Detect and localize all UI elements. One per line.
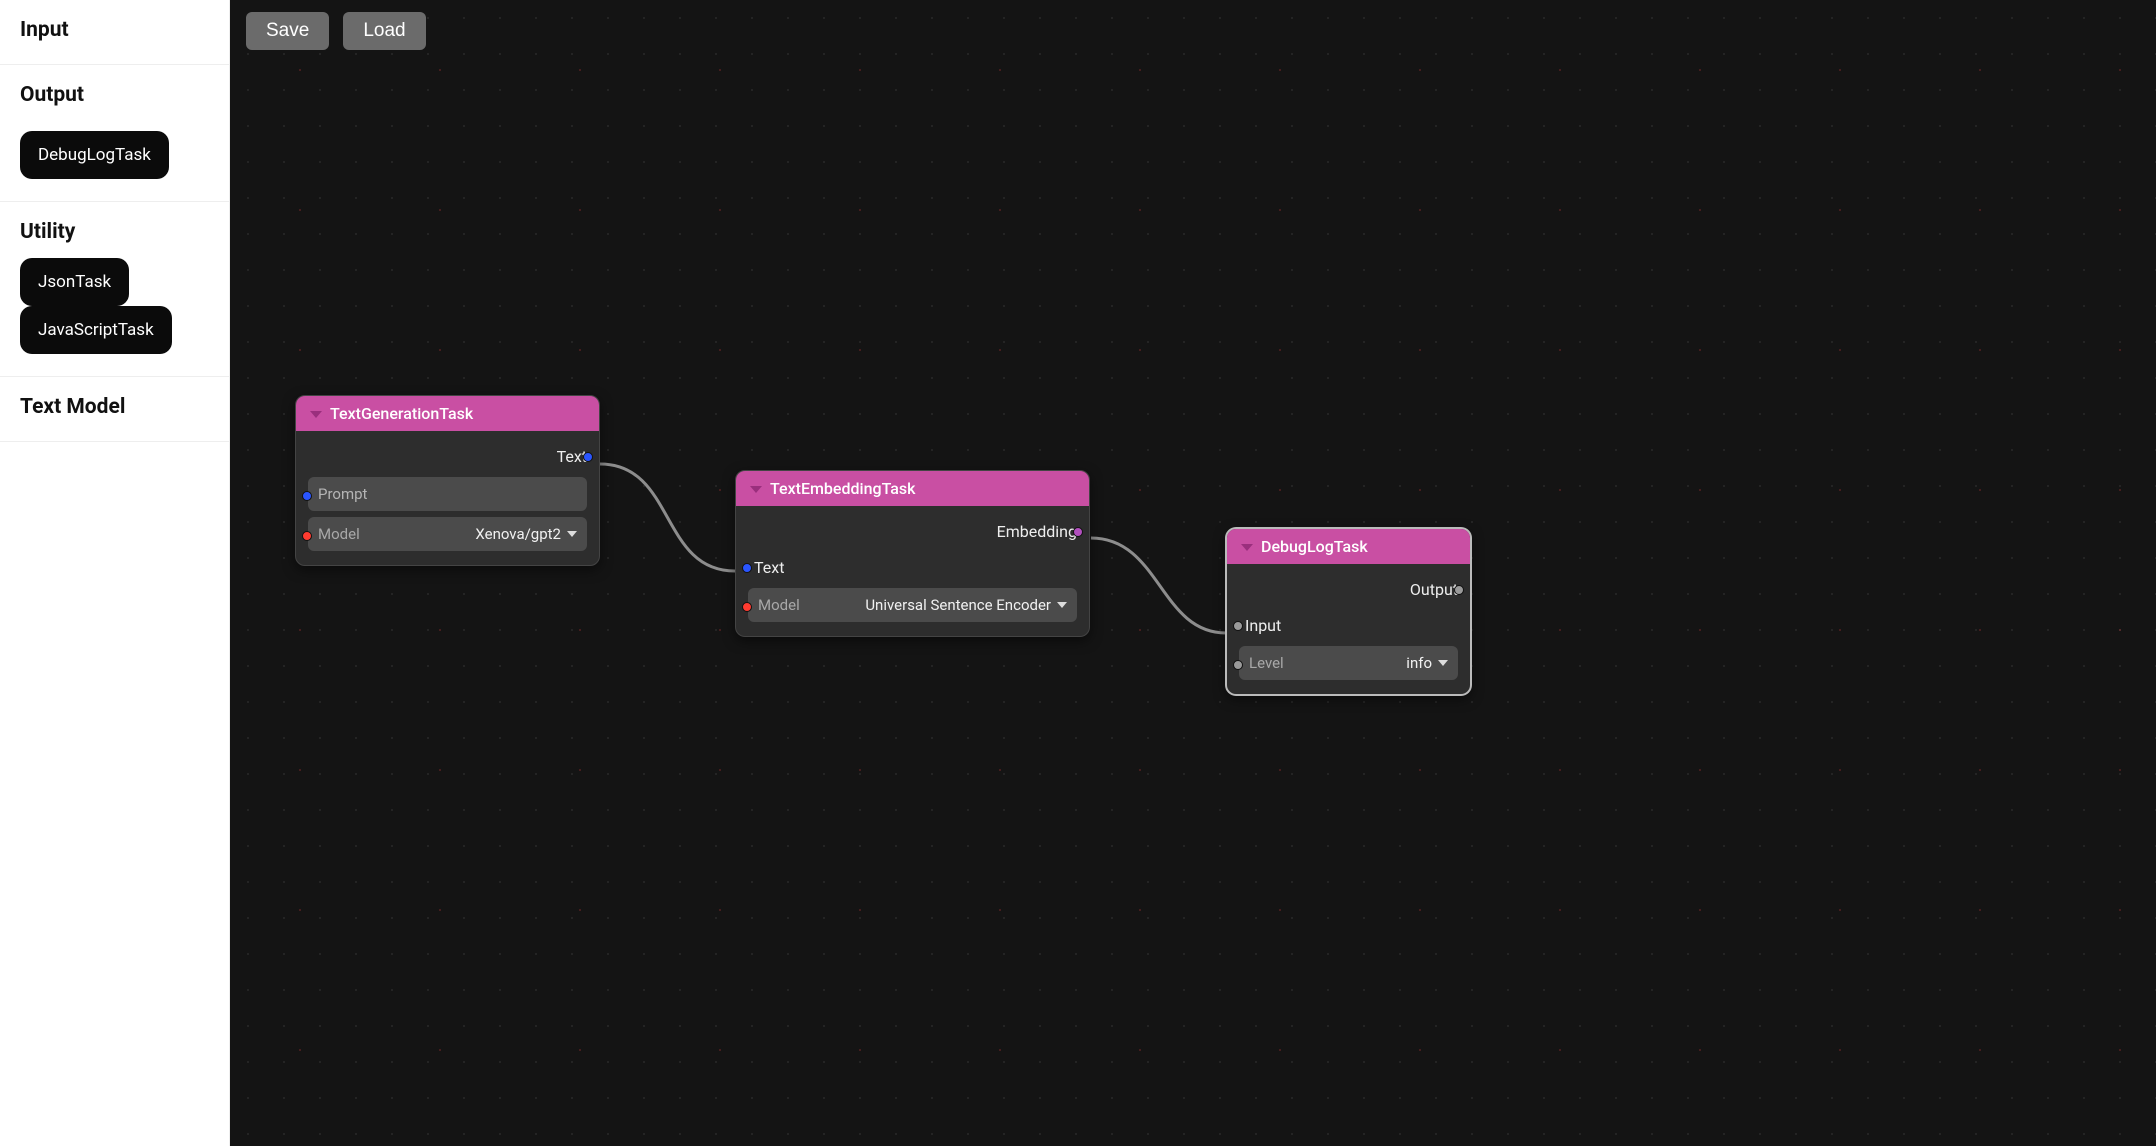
output-port-embedding[interactable] [1073,527,1083,537]
input-port-model[interactable] [302,531,312,541]
canvas-background [230,0,2156,1146]
sidebar-section-title: Input [20,18,209,42]
sidebar-section-title: Output [20,83,209,107]
output-port-output[interactable] [1454,585,1464,595]
level-label: Level [1249,654,1284,672]
model-label: Model [758,596,800,614]
model-select[interactable]: Model Xenova/gpt2 [308,517,587,551]
model-value: Xenova/gpt2 [475,525,561,543]
input-row-prompt: Prompt [308,477,587,511]
input-label-text: Text [754,558,784,577]
output-row-output: Output [1239,574,1458,604]
output-label-output: Output [1410,580,1458,599]
node-body: Output Input Level info [1227,564,1470,694]
sidebar-section-textmodel: Text Model [0,377,229,442]
node-body: Text Prompt Model Xenova/gpt2 [296,431,599,565]
collapse-icon[interactable] [750,486,762,493]
node-header[interactable]: TextEmbeddingTask [736,471,1089,506]
input-row-input: Input [1239,610,1458,640]
sidebar-section-input: Input [0,0,229,65]
input-row-level: Level info [1239,646,1458,680]
output-row-embedding: Embedding [748,516,1077,546]
sidebar: Input Output DebugLogTask Utility JsonTa… [0,0,230,1146]
output-label-embedding: Embedding [997,522,1077,541]
node-title: TextGenerationTask [330,404,473,423]
model-value: Universal Sentence Encoder [865,596,1051,614]
node-title: DebugLogTask [1261,537,1368,556]
input-port-text[interactable] [742,563,752,573]
input-port-level[interactable] [1233,660,1243,670]
input-port-input[interactable] [1233,621,1243,631]
model-select[interactable]: Model Universal Sentence Encoder [748,588,1077,622]
sidebar-section-output: Output DebugLogTask [0,65,229,202]
level-select[interactable]: Level info [1239,646,1458,680]
level-value: info [1406,654,1432,672]
node-text-generation-task[interactable]: TextGenerationTask Text Prompt Model Xen… [295,395,600,566]
input-row-text: Text [748,552,1077,582]
chevron-down-icon [567,531,577,537]
sidebar-item-javascripttask[interactable]: JavaScriptTask [20,306,172,354]
node-title: TextEmbeddingTask [770,479,916,498]
input-port-model[interactable] [742,602,752,612]
load-button[interactable]: Load [343,12,425,50]
sidebar-item-jsontask[interactable]: JsonTask [20,258,129,306]
input-row-model: Model Universal Sentence Encoder [748,588,1077,622]
canvas[interactable]: Save Load TextGenerationTask Text Prompt [230,0,2156,1146]
input-row-model: Model Xenova/gpt2 [308,517,587,551]
sidebar-section-title: Utility [20,220,209,244]
input-port-prompt[interactable] [302,491,312,501]
prompt-placeholder: Prompt [318,485,367,503]
model-label: Model [318,525,360,543]
chevron-down-icon [1438,660,1448,666]
node-header[interactable]: DebugLogTask [1227,529,1470,564]
prompt-input[interactable]: Prompt [308,477,587,511]
collapse-icon[interactable] [310,411,322,418]
node-text-embedding-task[interactable]: TextEmbeddingTask Embedding Text Model U… [735,470,1090,637]
output-port-text[interactable] [583,452,593,462]
sidebar-item-debuglogtask[interactable]: DebugLogTask [20,131,169,179]
node-debug-log-task[interactable]: DebugLogTask Output Input Level info [1226,528,1471,695]
toolbar: Save Load [246,12,426,50]
save-button[interactable]: Save [246,12,329,50]
collapse-icon[interactable] [1241,544,1253,551]
output-row-text: Text [308,441,587,471]
sidebar-section-title: Text Model [20,395,209,419]
sidebar-section-utility: Utility JsonTask JavaScriptTask [0,202,229,377]
chevron-down-icon [1057,602,1067,608]
node-body: Embedding Text Model Universal Sentence … [736,506,1089,636]
node-header[interactable]: TextGenerationTask [296,396,599,431]
input-label-input: Input [1245,616,1281,635]
